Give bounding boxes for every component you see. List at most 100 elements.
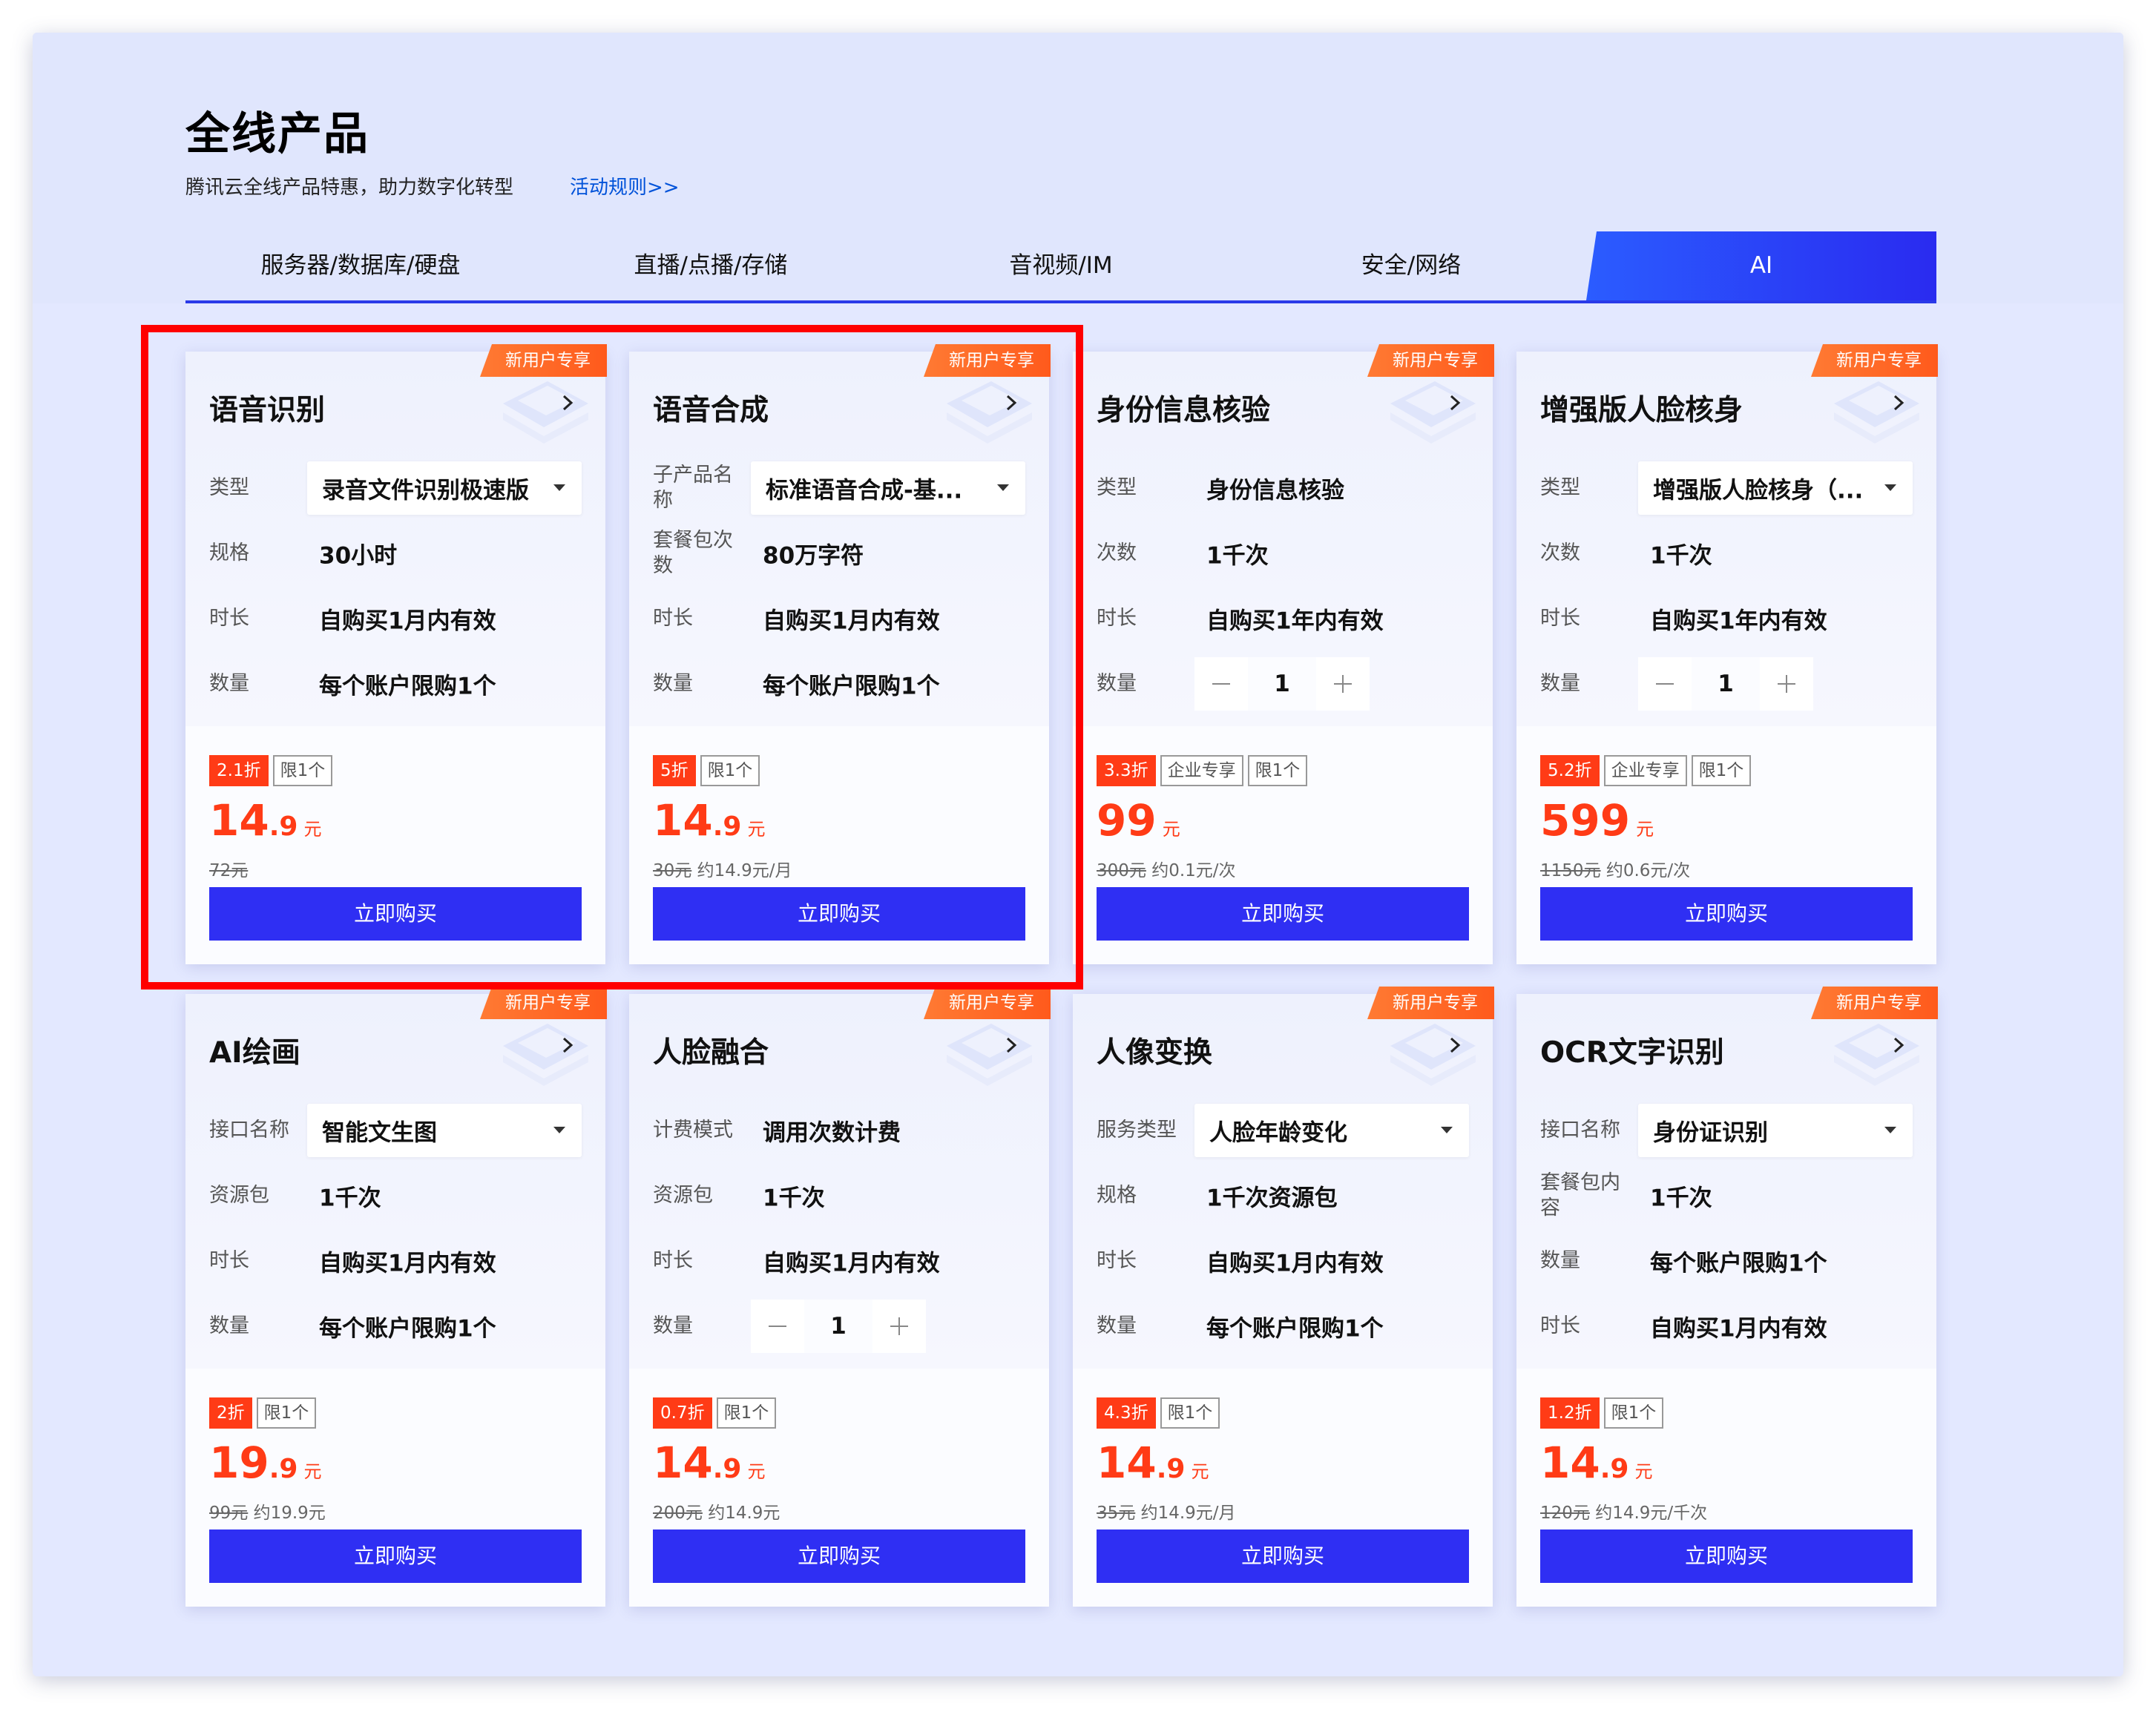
spec-value: 1千次	[1650, 1185, 1712, 1212]
unit-price-note: 约0.6元/次	[1606, 861, 1691, 880]
increment-button[interactable]	[1316, 657, 1370, 711]
caret-down-icon	[1441, 1127, 1453, 1133]
spec-label: 类型	[1540, 476, 1580, 499]
tab-ai[interactable]: AI	[1586, 231, 1936, 300]
tag-group: 5.2折 企业专享 限1个	[1540, 755, 1752, 786]
chevron-right-icon[interactable]	[1000, 1034, 1022, 1056]
spec-value: 每个账户限购1个	[319, 1315, 496, 1343]
caret-down-icon	[553, 1127, 565, 1133]
buy-now-button[interactable]: 立即购买	[1540, 887, 1913, 941]
category-tabs: 服务器/数据库/硬盘 直播/点播/存储 音视频/IM 安全/网络 AI	[185, 231, 1936, 303]
spec-select[interactable]: 人脸年龄变化	[1194, 1104, 1469, 1157]
card-title: 人脸融合	[653, 1036, 769, 1070]
spec-select-value: 智能文生图	[322, 1119, 437, 1147]
spec-select[interactable]: 身份证识别	[1638, 1104, 1913, 1157]
spec-row: 时长 自购买1年内有效	[1540, 592, 1913, 645]
spec-row: 时长 自购买1月内有效	[653, 1234, 1025, 1288]
spec-value: 1千次资源包	[1206, 1185, 1338, 1212]
original-price: 1150元 约0.6元/次	[1540, 856, 1690, 881]
increment-button[interactable]	[872, 1300, 926, 1353]
spec-value: 自购买1月内有效	[763, 1250, 940, 1277]
original-price-strike: 1150元	[1540, 861, 1601, 880]
spec-value: 调用次数计费	[763, 1119, 901, 1147]
unit-price-note: 约14.9元	[708, 1504, 780, 1523]
product-card: 新用户专享 人脸融合 计费模式 调用次数计费 资源包 1千次 时长 自购买1月内有效 数量 1 0.…	[629, 987, 1051, 1607]
spec-label: 数量	[1097, 1314, 1137, 1337]
buy-now-button[interactable]: 立即购买	[1097, 887, 1469, 941]
caret-down-icon	[1884, 484, 1896, 491]
quantity-value[interactable]: 1	[804, 1300, 872, 1353]
spec-label: 数量	[1540, 672, 1580, 695]
spec-label: 时长	[1097, 607, 1137, 630]
spec-row: 套餐包内容 1千次	[1540, 1169, 1913, 1222]
limit-tag: 限1个	[256, 1397, 317, 1429]
spec-label: 次数	[1097, 541, 1137, 564]
limit-tag: 限1个	[1160, 1397, 1220, 1429]
product-card: 新用户专享 增强版人脸核身 类型 增强版人脸核身（... 次数 1千次 时长 自购买1年内有效…	[1516, 344, 1938, 964]
spec-row: 数量 每个账户限购1个	[209, 1300, 582, 1353]
spec-label: 数量	[1097, 672, 1137, 695]
spec-value: 自购买1月内有效	[1206, 1250, 1384, 1277]
price-unit: 元	[1191, 1461, 1209, 1482]
plus-icon-vertical	[898, 1317, 900, 1335]
tab-servers[interactable]: 服务器/数据库/硬盘	[185, 231, 536, 300]
spec-label: 类型	[1097, 476, 1137, 499]
spec-value: 自购买1年内有效	[1206, 607, 1384, 635]
price-integer: 14	[653, 1438, 713, 1488]
new-user-badge: 新用户专享	[1367, 987, 1494, 1019]
unit-price-note: 约14.9元/千次	[1595, 1504, 1708, 1523]
rules-link[interactable]: 活动规则>>	[570, 172, 680, 200]
card-title: 身份信息核验	[1097, 394, 1271, 427]
decrement-button[interactable]	[1638, 657, 1692, 711]
discount-tag: 3.3折	[1097, 755, 1156, 786]
decrement-button[interactable]	[1194, 657, 1248, 711]
chevron-right-icon[interactable]	[1887, 1034, 1910, 1056]
card-title: OCR文字识别	[1540, 1036, 1724, 1070]
original-price: 300元 约0.1元/次	[1097, 856, 1236, 881]
price-unit: 元	[1634, 1461, 1653, 1482]
price-decimal: .9	[712, 1454, 742, 1484]
product-card: 新用户专享 身份信息核验 类型 身份信息核验 次数 1千次 时长 自购买1年内有效 数量 1 3.3…	[1073, 344, 1494, 964]
buy-now-button[interactable]: 立即购买	[1540, 1529, 1913, 1583]
spec-label: 数量	[1540, 1249, 1580, 1272]
spec-select[interactable]: 智能文生图	[307, 1104, 582, 1157]
decrement-button[interactable]	[751, 1300, 804, 1353]
quantity-value[interactable]: 1	[1248, 657, 1316, 711]
spec-label: 数量	[209, 1314, 249, 1337]
buy-now-button[interactable]: 立即购买	[653, 1529, 1025, 1583]
increment-button[interactable]	[1760, 657, 1813, 711]
spec-select[interactable]: 增强版人脸核身（...	[1638, 461, 1913, 515]
tab-live-vod-storage[interactable]: 直播/点播/存储	[536, 231, 886, 300]
page-title: 全线产品	[185, 108, 369, 160]
spec-row: 时长 自购买1月内有效	[1540, 1300, 1913, 1353]
tab-av-im[interactable]: 音视频/IM	[886, 231, 1236, 300]
product-card: 新用户专享 AI绘画 接口名称 智能文生图 资源包 1千次 时长 自购买1月内有效 数量 每个账户…	[185, 987, 607, 1607]
buy-now-button[interactable]: 立即购买	[209, 1529, 582, 1583]
spec-row: 时长 自购买1月内有效	[1097, 1234, 1469, 1288]
price: 14.9 元	[1097, 1438, 1209, 1489]
quantity-value[interactable]: 1	[1692, 657, 1760, 711]
unit-price-note: 约0.1元/次	[1151, 861, 1236, 880]
chevron-right-icon[interactable]	[1887, 392, 1910, 414]
spec-row: 资源包 1千次	[209, 1169, 582, 1222]
quantity-stepper: 1	[1194, 657, 1370, 711]
buy-now-button[interactable]: 立即购买	[1097, 1529, 1469, 1583]
original-price-strike: 99元	[209, 1504, 249, 1523]
price: 14.9 元	[1540, 1438, 1652, 1489]
original-price-strike: 200元	[653, 1504, 703, 1523]
tab-security-network[interactable]: 安全/网络	[1236, 231, 1586, 300]
chevron-right-icon[interactable]	[556, 1034, 579, 1056]
spec-row: 类型 增强版人脸核身（...	[1540, 461, 1913, 515]
price: 99 元	[1097, 795, 1180, 847]
quantity-stepper: 1	[1638, 657, 1813, 711]
limit-tag: 限1个	[1603, 1397, 1664, 1429]
spec-row: 时长 自购买1年内有效	[1097, 592, 1469, 645]
plus-icon-vertical	[1786, 675, 1787, 693]
minus-icon	[769, 1326, 786, 1327]
chevron-right-icon[interactable]	[1444, 1034, 1466, 1056]
price-integer: 599	[1540, 795, 1631, 846]
chevron-right-icon[interactable]	[1444, 392, 1466, 414]
card-title: AI绘画	[209, 1036, 300, 1070]
product-card: 新用户专享 人像变换 服务类型 人脸年龄变化 规格 1千次资源包 时长 自购买1月内有效 数量 每…	[1073, 987, 1494, 1607]
new-user-badge: 新用户专享	[924, 987, 1051, 1019]
